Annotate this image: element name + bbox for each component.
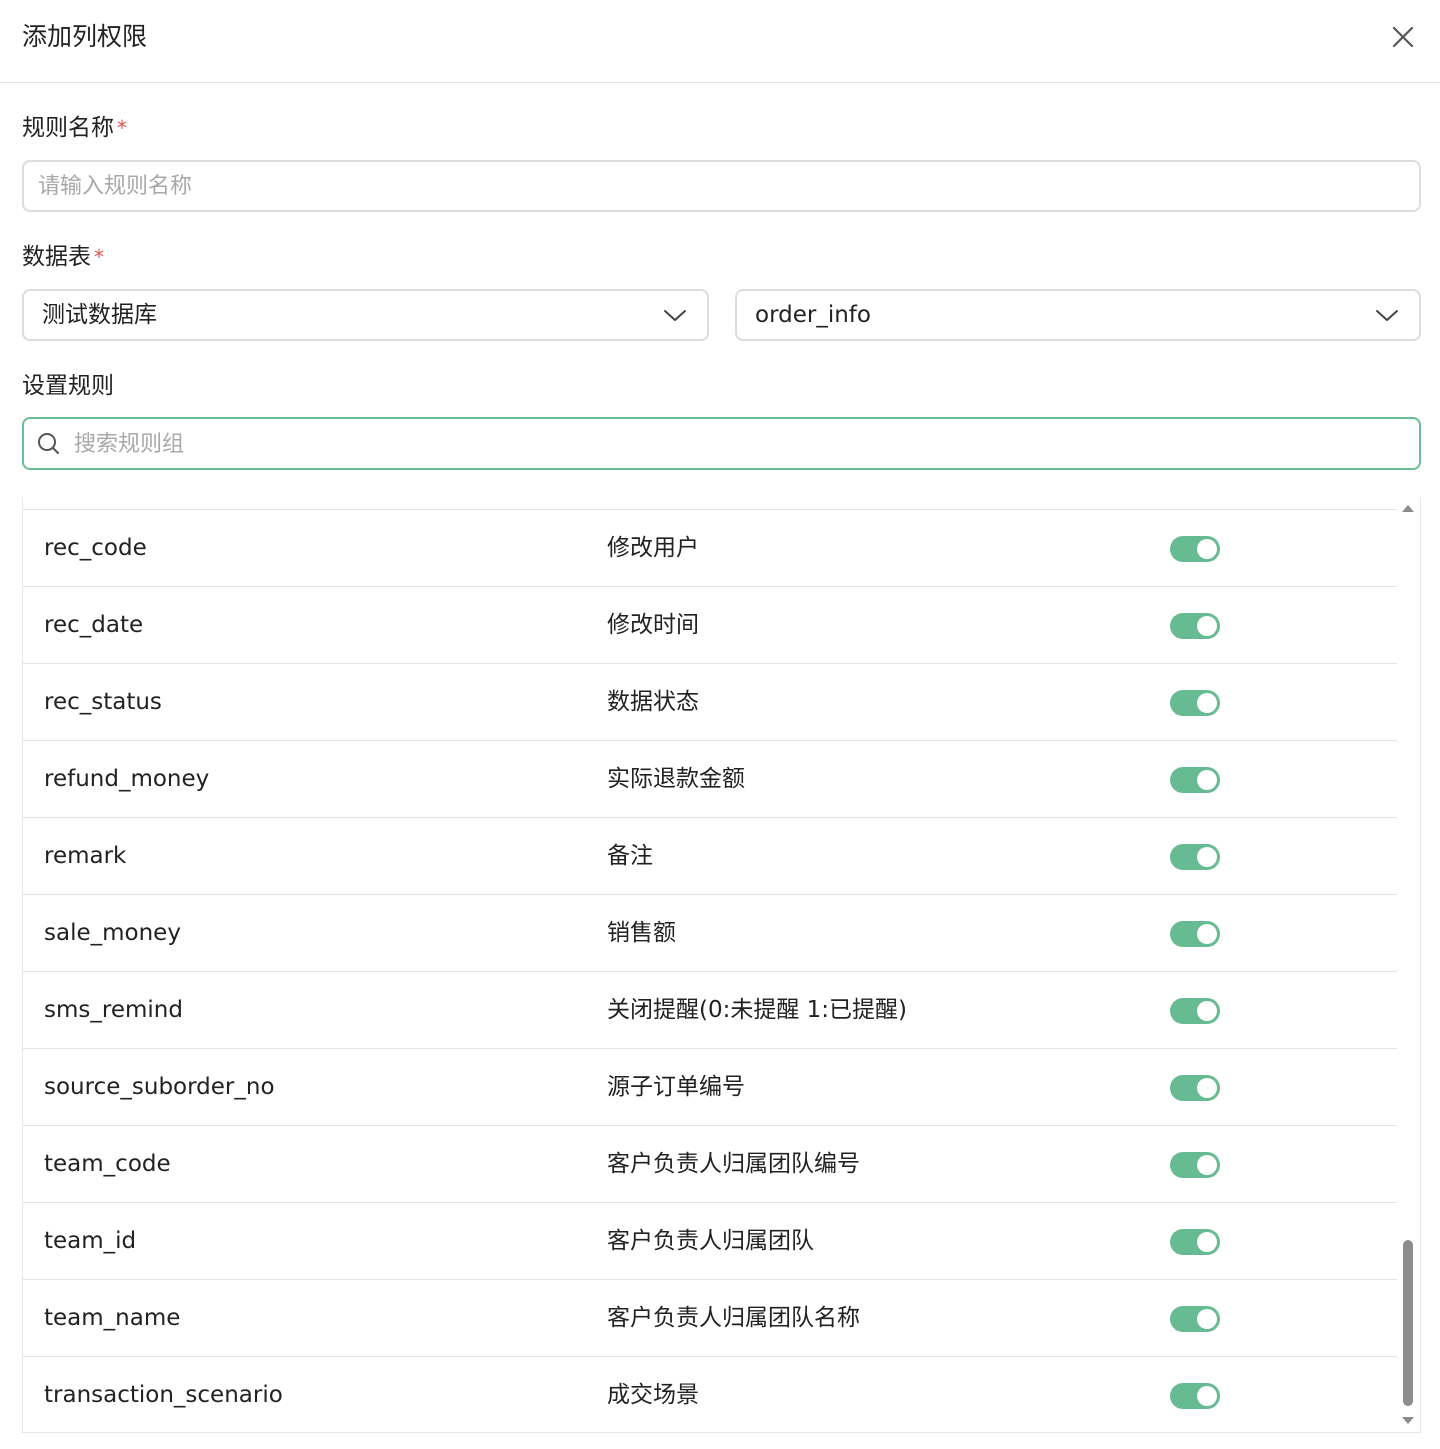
column-field-name: team_name [44,1305,181,1331]
column-description: 销售额 [607,920,676,946]
column-visibility-toggle[interactable] [1170,767,1220,793]
column-description: 修改时间 [607,612,699,638]
column-description: 修改用户 [607,535,699,561]
chevron-down-icon [1376,310,1398,321]
table-row: team_name 客户负责人归属团队名称 [23,1279,1397,1356]
table-row: rec_status 数据状态 [23,663,1397,740]
toggle-knob [1197,539,1217,559]
toggle-knob [1197,1078,1217,1098]
toggle-knob [1197,1386,1217,1406]
column-field-name: team_id [44,1228,137,1254]
column-description: 成交场景 [607,1382,699,1408]
add-column-permission-dialog: 添加列权限 规则名称* 数据表* 测试数据库 order_info 设置规则 [0,0,1440,1449]
column-visibility-toggle[interactable] [1170,998,1220,1024]
dialog-header: 添加列权限 [0,0,1440,83]
table-row: source_suborder_no 源子订单编号 [23,1048,1397,1125]
required-mark: * [94,245,104,269]
column-description: 客户负责人归属团队编号 [607,1151,860,1177]
column-visibility-toggle[interactable] [1170,690,1220,716]
column-description: 实际退款金额 [607,766,745,792]
column-field-name: remark [44,843,127,869]
toggle-knob [1197,1155,1217,1175]
column-field-name: rec_status [44,689,162,715]
rule-name-field-wrapper [22,160,1421,212]
column-visibility-toggle[interactable] [1170,1306,1220,1332]
table-select[interactable]: order_info [735,289,1421,341]
table-row: sms_remind 关闭提醒(0:未提醒 1:已提醒) [23,971,1397,1048]
column-description: 客户负责人归属团队 [607,1228,814,1254]
column-visibility-toggle[interactable] [1170,1152,1220,1178]
column-field-name: team_code [44,1151,171,1177]
rule-group-search [22,417,1421,470]
column-field-name: rec_date [44,612,144,638]
column-visibility-toggle[interactable] [1170,844,1220,870]
column-visibility-toggle[interactable] [1170,1383,1220,1409]
data-table-label-text: 数据表 [22,244,91,270]
rule-name-label: 规则名称 * [22,113,127,143]
scroll-down-arrow-icon[interactable] [1401,1416,1415,1426]
search-icon [38,433,59,454]
rule-name-input[interactable] [24,162,1419,210]
column-field-name: source_suborder_no [44,1074,275,1100]
toggle-knob [1197,693,1217,713]
table-row: refund_money 实际退款金额 [23,740,1397,817]
column-description: 客户负责人归属团队名称 [607,1305,860,1331]
column-field-name: transaction_scenario [44,1382,283,1408]
column-rules-table: rec_code 修改用户 rec_date 修改时间 rec_status 数据状态 re… [22,497,1421,1433]
column-visibility-toggle[interactable] [1170,1229,1220,1255]
column-visibility-toggle[interactable] [1170,921,1220,947]
column-field-name: sms_remind [44,997,183,1023]
rule-name-label-text: 规则名称 [22,115,114,141]
toggle-knob [1197,616,1217,636]
toggle-knob [1197,924,1217,944]
column-visibility-toggle[interactable] [1170,613,1220,639]
close-icon [1392,26,1414,48]
data-table-label: 数据表 * [22,242,104,272]
column-field-name: sale_money [44,920,181,946]
column-visibility-toggle[interactable] [1170,536,1220,562]
table-select-value: order_info [755,302,871,328]
column-description: 数据状态 [607,689,699,715]
column-field-name: rec_code [44,535,147,561]
column-description: 源子订单编号 [607,1074,745,1100]
search-input[interactable] [72,419,1406,470]
chevron-down-icon [664,310,686,321]
table-row: transaction_scenario 成交场景 [23,1356,1397,1432]
table-row: remark 备注 [23,817,1397,894]
set-rules-label: 设置规则 [22,373,114,399]
toggle-knob [1197,847,1217,867]
table-row: team_id 客户负责人归属团队 [23,1202,1397,1279]
database-select[interactable]: 测试数据库 [22,289,709,341]
column-description: 备注 [607,843,653,869]
toggle-knob [1197,1232,1217,1252]
vertical-scrollbar[interactable] [1396,497,1420,1432]
toggle-knob [1197,1001,1217,1021]
dialog-title: 添加列权限 [22,22,148,51]
column-field-name: refund_money [44,766,210,792]
table-row: rec_date 修改时间 [23,586,1397,663]
table-body: rec_code 修改用户 rec_date 修改时间 rec_status 数据状态 re… [23,509,1397,1432]
scrollbar-thumb[interactable] [1403,1240,1413,1406]
column-visibility-toggle[interactable] [1170,1075,1220,1101]
column-description: 关闭提醒(0:未提醒 1:已提醒) [607,997,908,1023]
close-button[interactable] [1388,22,1418,52]
table-row: team_code 客户负责人归属团队编号 [23,1125,1397,1202]
database-select-value: 测试数据库 [42,302,157,328]
required-mark: * [117,116,127,140]
toggle-knob [1197,1309,1217,1329]
table-row: rec_code 修改用户 [23,509,1397,586]
scroll-up-arrow-icon[interactable] [1401,503,1415,513]
table-row: sale_money 销售额 [23,894,1397,971]
toggle-knob [1197,770,1217,790]
